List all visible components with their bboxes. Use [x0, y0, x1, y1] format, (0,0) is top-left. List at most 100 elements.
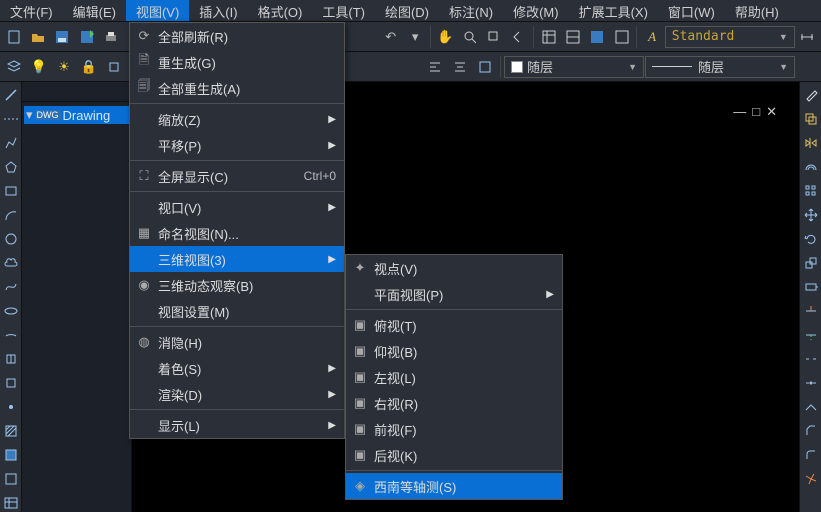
- menu-file[interactable]: 文件(F): [0, 0, 63, 21]
- menu-regen[interactable]: 🗎重生成(G): [130, 49, 344, 75]
- open-icon[interactable]: [26, 25, 49, 49]
- menu-modify[interactable]: 修改(M): [503, 0, 569, 21]
- submenu-bottom[interactable]: ▣仰视(B): [346, 338, 562, 364]
- extend-icon[interactable]: [802, 326, 820, 344]
- construction-line-icon[interactable]: [2, 110, 20, 128]
- spline-icon[interactable]: [2, 278, 20, 296]
- menu-view-settings[interactable]: 视图设置(M): [130, 298, 344, 324]
- menu-shade[interactable]: 着色(S)▶: [130, 355, 344, 381]
- new-icon[interactable]: [2, 25, 25, 49]
- menu-pan[interactable]: 平移(P)▶: [130, 132, 344, 158]
- redo-dropdown-icon[interactable]: ▾: [403, 25, 426, 49]
- polyline-icon[interactable]: [2, 134, 20, 152]
- menu-insert[interactable]: 插入(I): [189, 0, 247, 21]
- file-tree-item[interactable]: ▾ DWG Drawing: [24, 106, 129, 124]
- submenu-viewpoint[interactable]: ✦视点(V): [346, 255, 562, 281]
- layer-dropdown-2[interactable]: 随层 ▼: [645, 56, 795, 78]
- menu-draw[interactable]: 绘图(D): [375, 0, 439, 21]
- mirror-icon[interactable]: [802, 134, 820, 152]
- hatch-icon[interactable]: [2, 422, 20, 440]
- align-center-icon[interactable]: [448, 55, 472, 79]
- ellipse-icon[interactable]: [2, 302, 20, 320]
- trim-icon[interactable]: [802, 302, 820, 320]
- ellipse-arc-icon[interactable]: [2, 326, 20, 344]
- break-icon[interactable]: [802, 374, 820, 392]
- chamfer-icon[interactable]: [802, 422, 820, 440]
- layers-icon[interactable]: [2, 55, 26, 79]
- line-icon[interactable]: [2, 86, 20, 104]
- array-icon[interactable]: [802, 182, 820, 200]
- dimstyle-icon[interactable]: [796, 25, 819, 49]
- stretch-icon[interactable]: [802, 278, 820, 296]
- designcenter-icon[interactable]: [586, 25, 609, 49]
- submenu-right[interactable]: ▣右视(R): [346, 390, 562, 416]
- menu-regen-all[interactable]: 🗐全部重生成(A): [130, 75, 344, 101]
- menu-dimension[interactable]: 标注(N): [439, 0, 503, 21]
- layer-dropdown[interactable]: 随层 ▼: [504, 56, 644, 78]
- menu-hide[interactable]: ◍消隐(H): [130, 329, 344, 355]
- align-left-icon[interactable]: [423, 55, 447, 79]
- sun-icon[interactable]: ☀: [52, 55, 76, 79]
- pan-icon[interactable]: ✋: [434, 25, 457, 49]
- submenu-top[interactable]: ▣俯视(T): [346, 312, 562, 338]
- saveas-icon[interactable]: [75, 25, 98, 49]
- menu-display[interactable]: 显示(L)▶: [130, 412, 344, 438]
- revcloud-icon[interactable]: [2, 254, 20, 272]
- polygon-icon[interactable]: [2, 158, 20, 176]
- erase-icon[interactable]: [802, 86, 820, 104]
- menu-fullscreen[interactable]: ⛶全屏显示(C)Ctrl+0: [130, 163, 344, 189]
- menu-view[interactable]: 视图(V): [126, 0, 189, 21]
- copy-icon[interactable]: [802, 110, 820, 128]
- fillet-icon[interactable]: [802, 446, 820, 464]
- save-icon[interactable]: [51, 25, 74, 49]
- explode-icon[interactable]: [802, 470, 820, 488]
- freeze-icon[interactable]: [102, 55, 126, 79]
- submenu-back[interactable]: ▣后视(K): [346, 442, 562, 468]
- table-draw-icon[interactable]: [2, 494, 20, 512]
- submenu-sw-iso[interactable]: ◈西南等轴测(S): [346, 473, 562, 499]
- lock-icon[interactable]: 🔒: [77, 55, 101, 79]
- menu-viewport[interactable]: 视口(V)▶: [130, 194, 344, 220]
- menu-ext[interactable]: 扩展工具(X): [569, 0, 658, 21]
- menu-edit[interactable]: 编辑(E): [63, 0, 126, 21]
- properties-icon[interactable]: [561, 25, 584, 49]
- submenu-plan[interactable]: 平面视图(P)▶: [346, 281, 562, 307]
- menu-tools[interactable]: 工具(T): [312, 0, 375, 21]
- table-icon[interactable]: [537, 25, 560, 49]
- move-icon[interactable]: [802, 206, 820, 224]
- menu-window[interactable]: 窗口(W): [658, 0, 725, 21]
- offset-icon[interactable]: [802, 158, 820, 176]
- undo-icon[interactable]: ↶: [379, 25, 402, 49]
- gradient-icon[interactable]: [2, 446, 20, 464]
- menu-format[interactable]: 格式(O): [248, 0, 313, 21]
- print-icon[interactable]: [99, 25, 122, 49]
- zoom-prev-icon[interactable]: [507, 25, 530, 49]
- menu-zoom[interactable]: 缩放(Z)▶: [130, 106, 344, 132]
- menu-named-views[interactable]: ▦命名视图(N)...: [130, 220, 344, 246]
- bulb-icon[interactable]: 💡: [27, 55, 51, 79]
- minimize-icon[interactable]: —: [733, 104, 746, 120]
- insert-block-icon[interactable]: [2, 350, 20, 368]
- submenu-left[interactable]: ▣左视(L): [346, 364, 562, 390]
- tool-palette-icon[interactable]: [610, 25, 633, 49]
- zoom-window-icon[interactable]: [482, 25, 505, 49]
- maximize-icon[interactable]: □: [752, 104, 760, 120]
- close-icon[interactable]: ✕: [766, 104, 777, 120]
- circle-icon[interactable]: [2, 230, 20, 248]
- menu-3d-orbit[interactable]: ◉三维动态观察(B): [130, 272, 344, 298]
- menu-refresh-all[interactable]: ⟳全部刷新(R): [130, 23, 344, 49]
- menu-help[interactable]: 帮助(H): [725, 0, 789, 21]
- join-icon[interactable]: [802, 398, 820, 416]
- rectangle-icon[interactable]: [2, 182, 20, 200]
- tree-expand-icon[interactable]: ▾: [26, 107, 33, 123]
- scale-icon[interactable]: [802, 254, 820, 272]
- arc-icon[interactable]: [2, 206, 20, 224]
- style-dropdown[interactable]: Standard ▼: [665, 26, 795, 48]
- align-right-icon[interactable]: [473, 55, 497, 79]
- zoom-realtime-icon[interactable]: [458, 25, 481, 49]
- menu-3d-views[interactable]: 三维视图(3)▶: [130, 246, 344, 272]
- rotate-icon[interactable]: [802, 230, 820, 248]
- submenu-front[interactable]: ▣前视(F): [346, 416, 562, 442]
- point-icon[interactable]: [2, 398, 20, 416]
- menu-render[interactable]: 渲染(D)▶: [130, 381, 344, 407]
